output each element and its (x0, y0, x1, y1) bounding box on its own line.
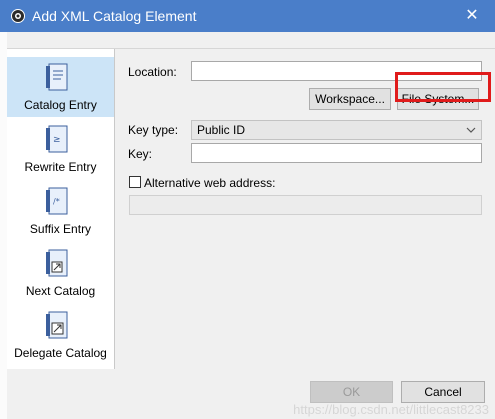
rewrite-entry-icon: ≥ (46, 125, 68, 153)
key-type-label: Key type: (128, 123, 179, 137)
alt-web-address-checkbox[interactable] (129, 176, 141, 188)
sidebar-item-delegate-catalog[interactable]: Delegate Catalog (7, 305, 114, 365)
workspace-button[interactable]: Workspace... (309, 88, 391, 110)
background-window (0, 32, 7, 419)
key-type-value: Public ID (197, 123, 246, 137)
window-title: Add XML Catalog Element (32, 8, 197, 24)
sidebar-item-label: Suffix Entry (29, 222, 92, 236)
close-button[interactable]: ✕ (449, 0, 495, 32)
ok-button[interactable]: OK (310, 381, 393, 403)
key-type-select[interactable]: Public ID (191, 120, 482, 140)
alt-web-address-label: Alternative web address: (144, 176, 276, 190)
highlight-annotation (395, 72, 491, 102)
element-type-list: Catalog Entry ≥ Rewrite Entry /* Suffix … (7, 49, 115, 369)
key-label: Key: (128, 147, 153, 161)
sidebar-item-next-catalog[interactable]: Next Catalog (7, 243, 114, 303)
sidebar-item-catalog-entry[interactable]: Catalog Entry (7, 57, 114, 117)
next-catalog-icon (46, 249, 68, 277)
chevron-down-icon (466, 127, 476, 133)
delegate-catalog-icon (46, 311, 68, 339)
alt-web-address-field (129, 195, 482, 215)
sidebar-item-suffix-entry[interactable]: /* Suffix Entry (7, 181, 114, 241)
sidebar-item-label: Catalog Entry (24, 98, 97, 112)
app-gear-icon (11, 9, 25, 23)
catalog-entry-icon (46, 63, 68, 91)
sidebar-item-rewrite-entry[interactable]: ≥ Rewrite Entry (7, 119, 114, 179)
sidebar-item-label: Next Catalog (25, 284, 96, 298)
svg-text:/*: /* (53, 197, 60, 206)
sidebar-item-label: Delegate Catalog (14, 346, 107, 360)
watermark-text: https://blog.csdn.net/littlecast8233 (293, 402, 489, 417)
sidebar-item-label: Rewrite Entry (24, 160, 97, 174)
svg-text:≥: ≥ (53, 135, 61, 145)
cancel-button[interactable]: Cancel (401, 381, 485, 403)
key-field[interactable] (191, 143, 482, 163)
key-input[interactable] (192, 144, 481, 162)
location-label: Location: (128, 65, 177, 79)
title-bar: Add XML Catalog Element ✕ (0, 0, 495, 32)
dialog-body: Catalog Entry ≥ Rewrite Entry /* Suffix … (7, 32, 495, 419)
suffix-entry-icon: /* (46, 187, 68, 215)
